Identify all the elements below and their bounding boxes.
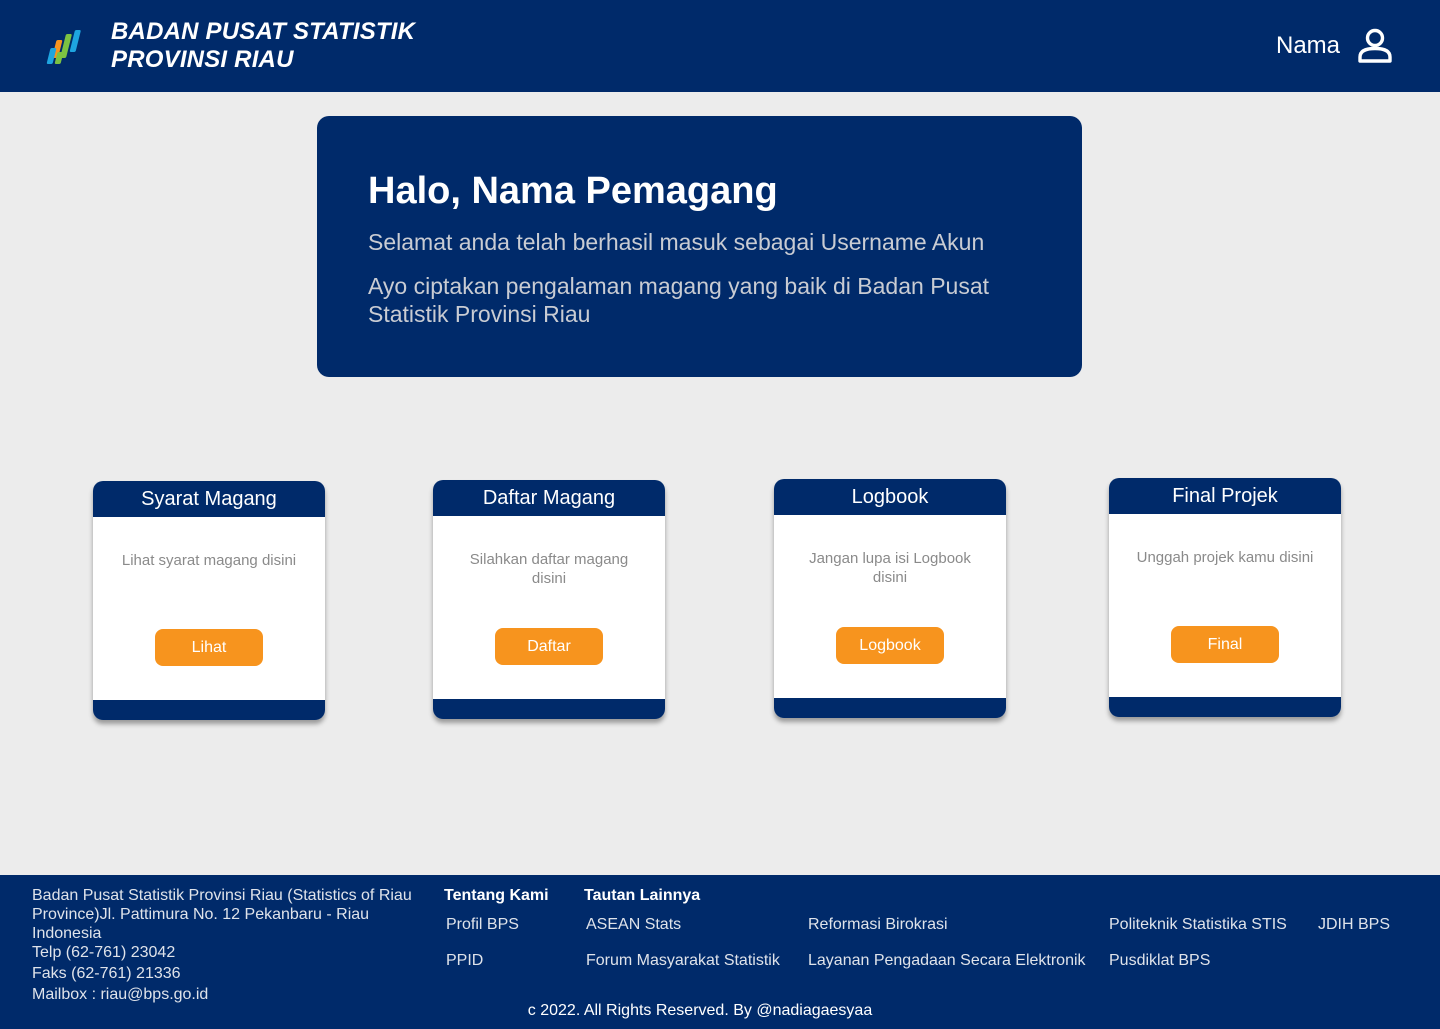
- card-title: Logbook: [774, 479, 1006, 515]
- card-footer-bar: [1109, 697, 1341, 717]
- welcome-banner: Halo, Nama Pemagang Selamat anda telah b…: [317, 116, 1082, 377]
- footer-link-jdih-bps[interactable]: JDIH BPS: [1318, 915, 1390, 935]
- welcome-title: Halo, Nama Pemagang: [368, 170, 778, 212]
- final-button[interactable]: Final: [1171, 626, 1279, 663]
- card-syarat-magang: Syarat Magang Lihat syarat magang disini…: [93, 481, 325, 720]
- card-title: Final Projek: [1109, 478, 1341, 514]
- organization-title-line2: PROVINSI RIAU: [111, 46, 294, 73]
- footer-address: Badan Pusat Statistik Provinsi Riau (Sta…: [32, 887, 412, 942]
- organization-title: BADAN PUSAT STATISTIK PROVINSI RIAU: [111, 18, 415, 74]
- footer-link-pusdiklat-bps[interactable]: Pusdiklat BPS: [1109, 951, 1210, 971]
- user-icon[interactable]: [1356, 27, 1394, 65]
- footer-link-profil-bps[interactable]: Profil BPS: [446, 915, 519, 935]
- footer-link-reformasi-birokrasi[interactable]: Reformasi Birokrasi: [808, 915, 948, 935]
- footer-about-heading: Tentang Kami: [444, 887, 549, 904]
- card-footer-bar: [774, 698, 1006, 718]
- footer-link-layanan-pengadaan[interactable]: Layanan Pengadaan Secara Elektronik: [808, 951, 1086, 971]
- card-final-projek: Final Projek Unggah projek kamu disini F…: [1109, 478, 1341, 717]
- welcome-login-message: Selamat anda telah berhasil masuk sebaga…: [368, 229, 985, 255]
- footer-fax: Faks (62-761) 21336: [32, 965, 181, 982]
- page-footer: Badan Pusat Statistik Provinsi Riau (Sta…: [0, 875, 1440, 1029]
- organization-title-line1: BADAN PUSAT STATISTIK: [111, 18, 416, 45]
- footer-link-forum-masyarakat-statistik[interactable]: Forum Masyarakat Statistik: [586, 951, 780, 971]
- lihat-button[interactable]: Lihat: [155, 629, 263, 666]
- footer-link-asean-stats[interactable]: ASEAN Stats: [586, 915, 681, 935]
- welcome-motivation-message: Ayo ciptakan pengalaman magang yang baik…: [368, 273, 990, 327]
- top-header: BADAN PUSAT STATISTIK PROVINSI RIAU Nama: [0, 0, 1440, 92]
- card-footer-bar: [93, 700, 325, 720]
- card-daftar-magang: Daftar Magang Silahkan daftar magang dis…: [433, 480, 665, 719]
- user-name-label[interactable]: Nama: [1276, 31, 1340, 61]
- logbook-button[interactable]: Logbook: [836, 627, 944, 664]
- card-description: Silahkan daftar magang disini: [469, 551, 629, 587]
- footer-other-heading: Tautan Lainnya: [584, 887, 701, 904]
- card-logbook: Logbook Jangan lupa isi Logbook disini L…: [774, 479, 1006, 718]
- card-description: Jangan lupa isi Logbook disini: [809, 550, 971, 586]
- card-title: Daftar Magang: [433, 480, 665, 516]
- footer-link-ppid[interactable]: PPID: [446, 951, 483, 971]
- footer-phone: Telp (62-761) 23042: [32, 944, 176, 961]
- daftar-button[interactable]: Daftar: [495, 628, 603, 665]
- card-footer-bar: [433, 699, 665, 719]
- card-description: Lihat syarat magang disini: [121, 552, 297, 569]
- footer-copyright: c 2022. All Rights Reserved. By @nadiaga…: [527, 1002, 873, 1019]
- footer-link-politeknik-stis[interactable]: Politeknik Statistika STIS: [1109, 915, 1287, 935]
- card-title: Syarat Magang: [93, 481, 325, 517]
- card-description: Unggah projek kamu disini: [1136, 549, 1314, 566]
- bps-logo-icon[interactable]: [46, 26, 88, 68]
